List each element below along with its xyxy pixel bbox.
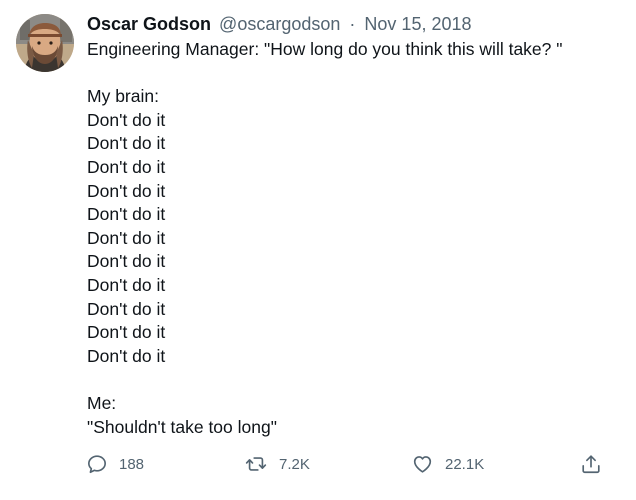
header-separator: · (349, 14, 356, 34)
tweet-text-line: Me: (87, 392, 117, 413)
tweet-text-line: Don't do it (87, 227, 166, 248)
tweet-text-line: Don't do it (87, 156, 166, 177)
retweet-icon (245, 457, 267, 471)
heart-icon (413, 456, 432, 473)
tweet-text-line: Don't do it (87, 204, 166, 225)
tweet-text-line: Don't do it (87, 251, 166, 272)
tweet-date[interactable]: Nov 15, 2018 (364, 14, 471, 34)
retweet-count: 7.2K (279, 455, 310, 473)
tweet-text-line: Don't do it (87, 322, 166, 343)
tweet-actions: 188 7.2K 22.1K (86, 450, 616, 478)
tweet-text-line: Don't do it (87, 109, 166, 130)
tweet-text-line (87, 368, 620, 392)
author-handle[interactable]: @oscargodson (219, 14, 340, 34)
tweet-text-line: Don't do it (87, 133, 166, 154)
tweet-text-line: "Shouldn't take too long" (87, 416, 277, 437)
tweet-text-line (87, 62, 620, 86)
avatar-image (16, 14, 74, 72)
tweet-page: Oscar Godson @oscargodson · Nov 15, 2018… (0, 0, 636, 500)
tweet-text-line: My brain: (87, 86, 159, 107)
tweet-header: Oscar Godson @oscargodson · Nov 15, 2018 (87, 12, 620, 36)
share-icon (582, 455, 600, 474)
tweet-text: Engineering Manager: "How long do you th… (87, 38, 620, 439)
author-display-name[interactable]: Oscar Godson (87, 14, 211, 34)
like-count: 22.1K (445, 455, 485, 473)
avatar[interactable] (16, 14, 74, 72)
tweet-text-line: Don't do it (87, 274, 166, 295)
reply-button[interactable]: 188 (86, 450, 144, 478)
tweet-text-line: Engineering Manager: "How long do you th… (87, 39, 563, 59)
reply-icon (88, 455, 106, 474)
tweet-text-line: Don't do it (87, 345, 166, 366)
tweet-body: Oscar Godson @oscargodson · Nov 15, 2018… (87, 12, 620, 439)
tweet-text-line: Don't do it (87, 180, 166, 201)
reply-count: 188 (119, 455, 145, 473)
retweet-button[interactable]: 7.2K (244, 450, 310, 478)
tweet-text-line: Don't do it (87, 298, 166, 319)
share-button[interactable] (580, 450, 602, 478)
like-button[interactable]: 22.1K (411, 450, 484, 478)
